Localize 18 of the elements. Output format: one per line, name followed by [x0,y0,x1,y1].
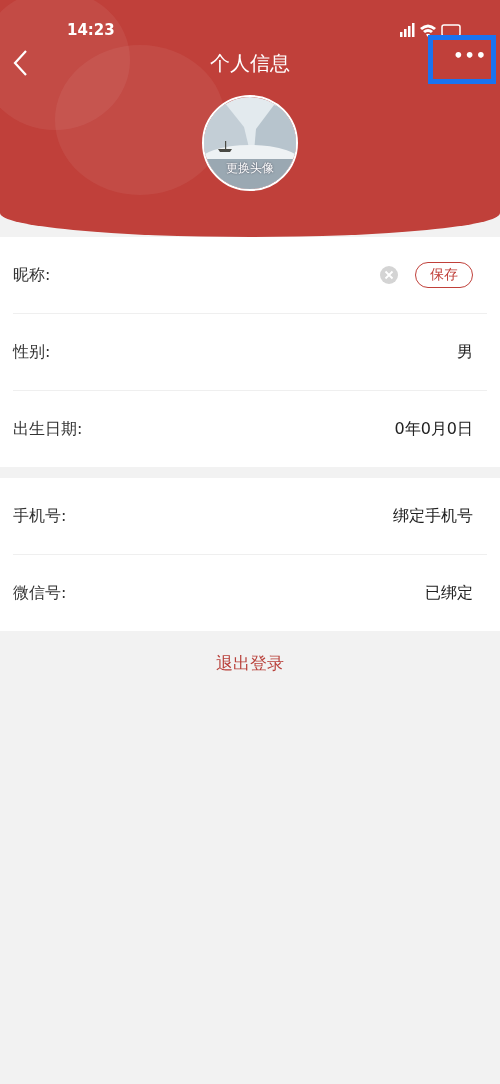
row-label: 昵称: [13,264,51,286]
signal-icon [400,23,415,37]
more-button[interactable]: ••• [428,34,496,84]
row-value[interactable]: 0年0月0日 [394,418,473,440]
wifi-icon [420,24,436,37]
page-title: 个人信息 [210,49,290,77]
back-icon[interactable] [12,49,28,77]
row-label: 微信号: [13,582,67,604]
logout-button[interactable]: 退出登录 [212,648,288,679]
row-label: 性别: [13,341,51,363]
battery-icon [441,24,461,37]
row-value[interactable]: 已绑定 [425,582,473,604]
row-label: 手机号: [13,505,67,527]
save-button[interactable]: 保存 [415,262,473,288]
status-time: 14:23 [67,21,115,39]
row-label: 出生日期: [13,418,83,440]
row-value[interactable]: 男 [457,341,473,363]
row-value[interactable]: 绑定手机号 [393,505,473,527]
